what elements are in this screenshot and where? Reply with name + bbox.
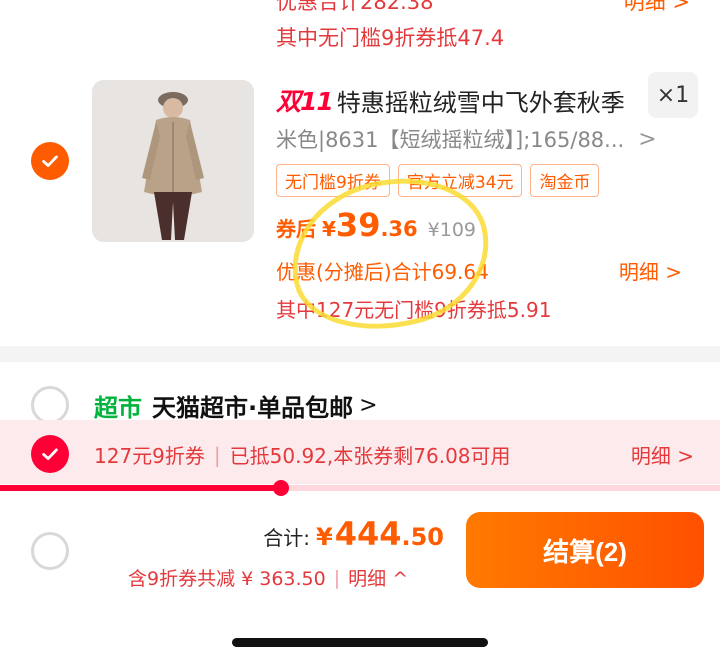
saving-detail-toggle[interactable]: 明细 ^ [348,564,408,591]
total-currency: ¥ [315,523,333,551]
saving-summary[interactable]: 含9折券共减 ¥ 363.50 | 明细 ^ [128,564,408,591]
total-decimal: .50 [401,523,444,551]
select-all-checkbox[interactable] [31,532,69,570]
supermarket-badge: 超市 [94,394,142,422]
cart-total: 合计: ¥ 444 .50 [263,515,444,553]
divider: | [333,566,341,589]
product-image[interactable] [92,80,254,242]
previous-item-coupon-line: 其中无门槛9折券抵47.4 [276,26,505,50]
store-name: 天猫超市·单品包邮 [152,394,354,422]
chevron-right-icon: > [359,393,378,418]
sku-text: 米色|8631【短绒摇粒绒】];165/88... [276,128,625,152]
divider: | [213,442,221,467]
home-indicator [232,638,488,647]
coupon-name: 127元9折券 [94,444,205,468]
coupon-detail-link[interactable]: 明细 > [631,440,694,469]
coupon-progress-fill [0,485,281,491]
promo-tag: 淘金币 [530,164,600,197]
chevron-right-icon: > [638,126,657,152]
coupon-banner-text: 127元9折券 | 已抵50.92,本张券剩76.08可用 [94,440,511,469]
product-photo-illustration [92,80,254,242]
section-divider [0,346,720,362]
store-select-checkbox[interactable] [31,386,69,424]
check-icon [42,155,58,167]
product-title: 特惠摇粒绒雪中飞外套秋季 [336,88,625,117]
saving-text: 含9折券共减 ¥ 363.50 [128,568,326,590]
item-detail-link[interactable]: 明细 > [619,256,682,285]
total-integer: 444 [334,515,402,553]
product-title-row[interactable]: 双11 特惠摇粒绒雪中飞外套秋季 [276,82,625,118]
coupon-progress-knob [272,480,289,496]
store-header[interactable]: 超市 天猫超市·单品包邮 > [94,388,378,423]
quantity-stepper[interactable]: ×1 [648,72,698,118]
previous-item-detail-link[interactable]: 明细 > [624,0,690,16]
checkout-button[interactable]: 结算(2) [466,512,704,588]
double-eleven-badge: 双11 [276,87,334,116]
coupon-usage: 已抵50.92,本张券剩76.08可用 [229,444,511,468]
sku-selector[interactable]: 米色|8631【短绒摇粒绒】];165/88... > [276,124,657,154]
item-select-checkbox[interactable] [31,142,69,180]
previous-item-discount-total: 优惠合计282.38 [276,0,434,14]
total-label: 合计: [263,526,310,550]
coupon-select-checkbox[interactable] [31,435,69,473]
check-icon [42,448,58,460]
